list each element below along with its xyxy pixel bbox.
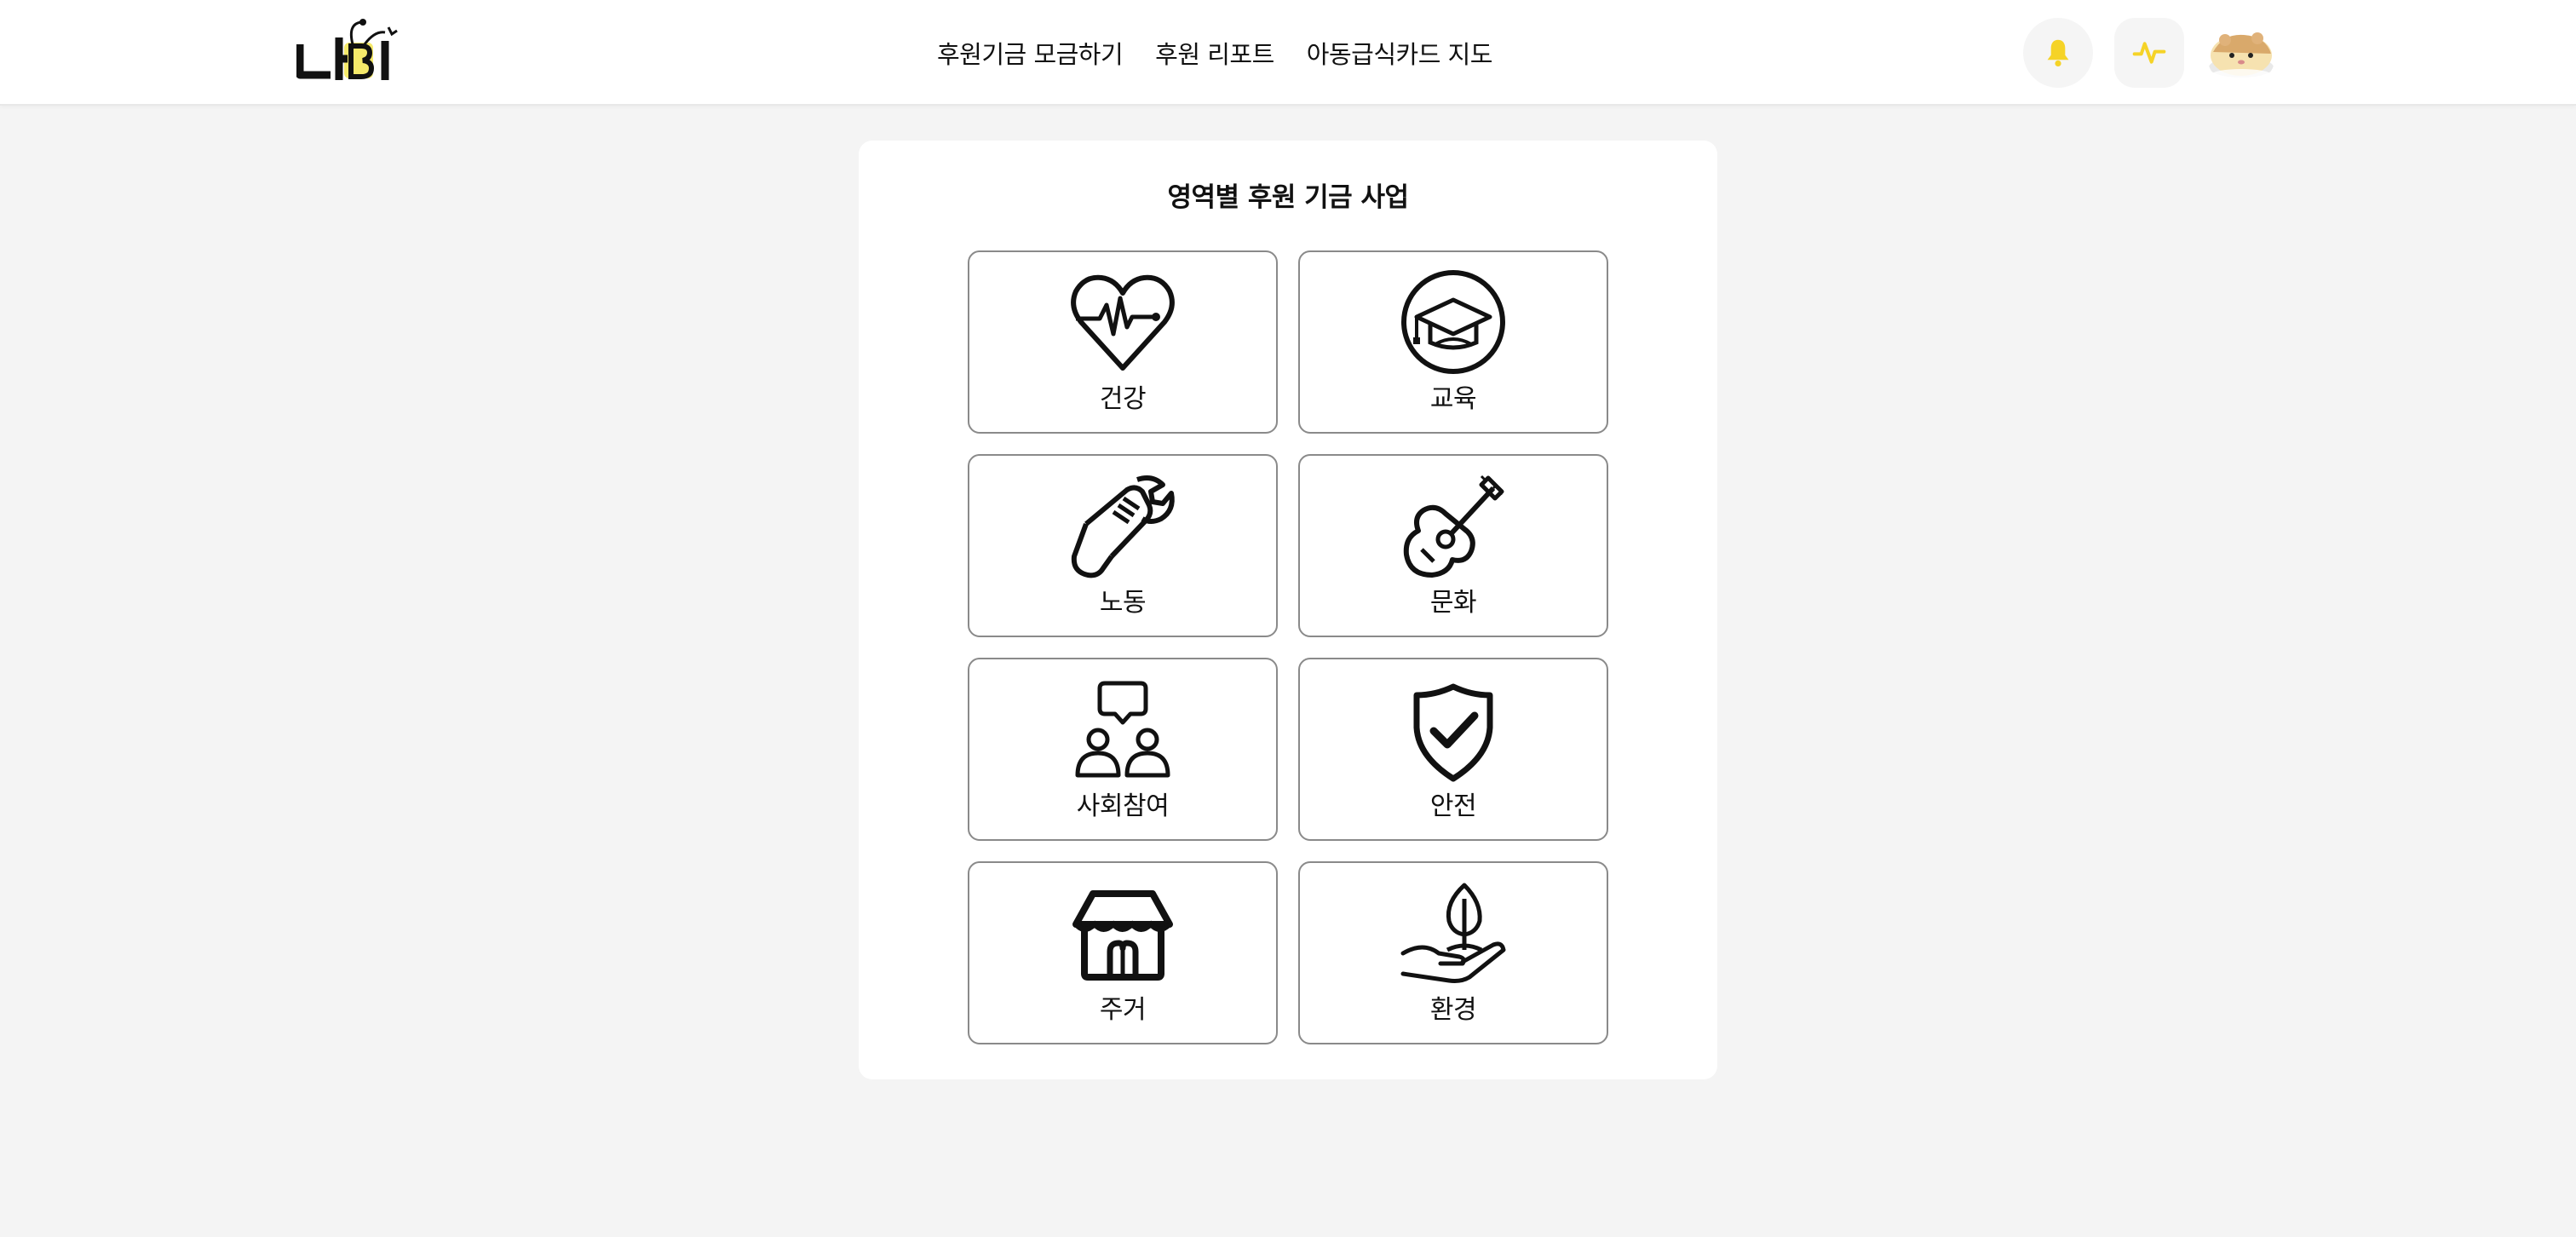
nav-meal-card-map[interactable]: 아동급식카드 지도 <box>1307 35 1493 71</box>
heart-pulse-icon <box>1071 274 1175 371</box>
category-label: 주거 <box>1099 995 1147 1025</box>
category-housing[interactable]: 주거 <box>968 861 1278 1044</box>
hand-sprout-icon <box>1400 883 1506 983</box>
category-environment[interactable]: 환경 <box>1298 861 1608 1044</box>
hamster-avatar-icon <box>2209 32 2274 79</box>
bell-icon <box>2047 39 2069 67</box>
wrench-hand-icon <box>1071 475 1175 578</box>
category-label: 문화 <box>1429 588 1477 618</box>
top-header: 후원기금 모금하기 후원 리포트 아동급식카드 지도 <box>0 0 2576 106</box>
nav-report[interactable]: 후원 리포트 <box>1155 35 1274 71</box>
category-label: 안전 <box>1429 791 1477 821</box>
user-avatar[interactable] <box>2206 18 2276 88</box>
category-label: 사회참여 <box>1076 791 1170 821</box>
category-culture[interactable]: 문화 <box>1298 454 1608 637</box>
category-safety[interactable]: 안전 <box>1298 658 1608 841</box>
page-title: 영역별 후원 기금 사업 <box>1167 182 1409 213</box>
category-social-participation[interactable]: 사회참여 <box>968 658 1278 841</box>
nav-fundraising[interactable]: 후원기금 모금하기 <box>937 35 1124 71</box>
category-label: 환경 <box>1429 995 1477 1025</box>
category-labor[interactable]: 노동 <box>968 454 1278 637</box>
notification-button[interactable] <box>2023 18 2093 88</box>
category-label: 노동 <box>1099 588 1147 618</box>
category-health[interactable]: 건강 <box>968 250 1278 434</box>
category-label: 교육 <box>1429 384 1477 414</box>
category-label: 건강 <box>1099 384 1147 414</box>
house-icon <box>1072 890 1173 981</box>
nabi-logo[interactable] <box>296 12 402 83</box>
guitar-icon <box>1403 475 1504 578</box>
logo-icon <box>296 19 398 80</box>
graduation-cap-icon <box>1401 270 1505 374</box>
people-speech-icon <box>1075 681 1170 778</box>
pulse-icon <box>2132 42 2166 64</box>
activity-button[interactable] <box>2114 18 2184 88</box>
main-nav: 후원기금 모금하기 후원 리포트 아동급식카드 지도 <box>937 0 1492 106</box>
shield-check-icon <box>1413 683 1493 782</box>
category-education[interactable]: 교육 <box>1298 250 1608 434</box>
